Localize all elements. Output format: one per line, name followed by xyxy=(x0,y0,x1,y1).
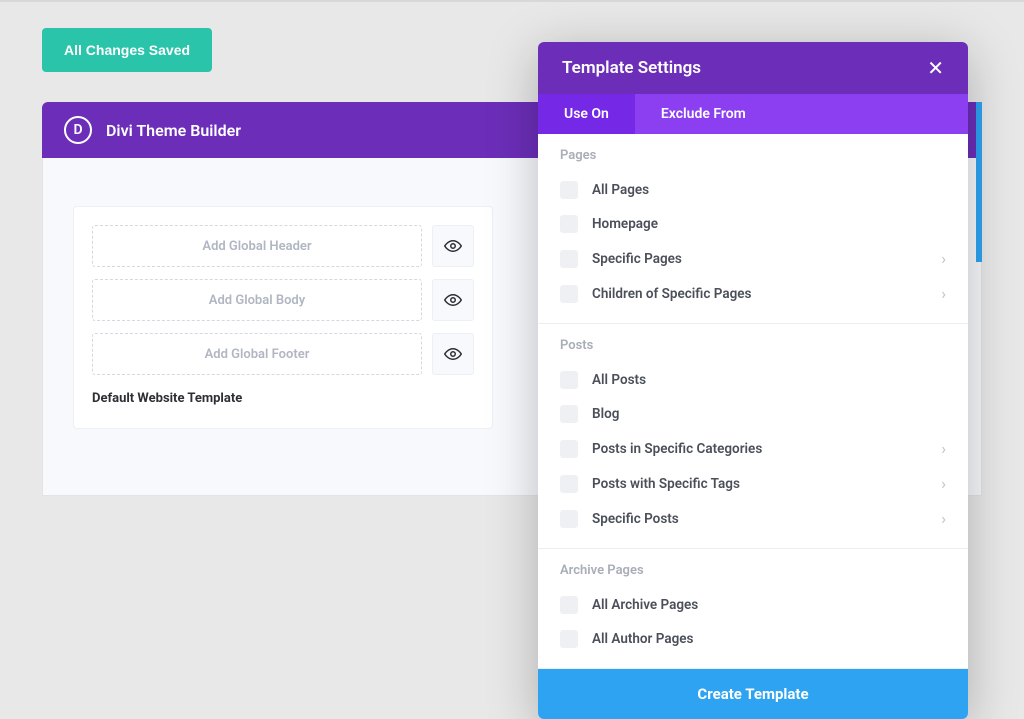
checkbox-icon[interactable] xyxy=(560,371,578,389)
global-header-row: Add Global Header xyxy=(92,225,474,267)
tab-exclude-from[interactable]: Exclude From xyxy=(635,94,772,134)
option-label: Homepage xyxy=(592,216,946,232)
option-label: Posts in Specific Categories xyxy=(592,441,941,457)
checkbox-icon[interactable] xyxy=(560,475,578,493)
modal-scroll-area[interactable]: Pages All Pages Homepage Specific Pages … xyxy=(538,134,968,669)
option-all-pages[interactable]: All Pages xyxy=(560,173,946,207)
checkbox-icon[interactable] xyxy=(560,181,578,199)
checkbox-icon[interactable] xyxy=(560,630,578,648)
option-label: Specific Pages xyxy=(592,251,941,267)
checkbox-icon[interactable] xyxy=(560,405,578,423)
checkbox-icon[interactable] xyxy=(560,285,578,303)
modal-header: Template Settings ✕ xyxy=(538,42,968,94)
default-template-card: Add Global Header Add Global Body Add Gl… xyxy=(73,206,493,429)
checkbox-icon[interactable] xyxy=(560,510,578,528)
option-specific-posts[interactable]: Specific Posts › xyxy=(560,501,946,536)
eye-icon xyxy=(444,291,462,309)
add-global-header-button[interactable]: Add Global Header xyxy=(92,225,422,267)
option-label: Children of Specific Pages xyxy=(592,286,941,302)
option-all-posts[interactable]: All Posts xyxy=(560,363,946,397)
option-all-author-pages[interactable]: All Author Pages xyxy=(560,622,946,656)
checkbox-icon[interactable] xyxy=(560,440,578,458)
add-global-footer-button[interactable]: Add Global Footer xyxy=(92,333,422,375)
option-label: Specific Posts xyxy=(592,511,941,527)
chevron-right-icon: › xyxy=(941,284,946,303)
chevron-right-icon: › xyxy=(941,439,946,458)
option-blog[interactable]: Blog xyxy=(560,397,946,431)
global-footer-row: Add Global Footer xyxy=(92,333,474,375)
section-title: Archive Pages xyxy=(560,563,946,578)
global-body-row: Add Global Body xyxy=(92,279,474,321)
close-icon[interactable]: ✕ xyxy=(927,56,944,80)
option-all-archive-pages[interactable]: All Archive Pages xyxy=(560,588,946,622)
section-archive-pages: Archive Pages All Archive Pages All Auth… xyxy=(538,549,968,669)
chevron-right-icon: › xyxy=(941,249,946,268)
option-label: All Posts xyxy=(592,372,946,388)
checkbox-icon[interactable] xyxy=(560,215,578,233)
right-accent-strip xyxy=(976,102,982,262)
template-settings-modal: Template Settings ✕ Use On Exclude From … xyxy=(538,42,968,719)
add-global-body-button[interactable]: Add Global Body xyxy=(92,279,422,321)
header-visibility-toggle[interactable] xyxy=(432,225,474,267)
body-visibility-toggle[interactable] xyxy=(432,279,474,321)
section-pages: Pages All Pages Homepage Specific Pages … xyxy=(538,134,968,324)
option-label: All Author Pages xyxy=(592,631,946,647)
chevron-right-icon: › xyxy=(941,509,946,528)
eye-icon xyxy=(444,237,462,255)
eye-icon xyxy=(444,345,462,363)
option-homepage[interactable]: Homepage xyxy=(560,207,946,241)
divi-logo-icon: D xyxy=(64,116,92,144)
option-children-specific-pages[interactable]: Children of Specific Pages › xyxy=(560,276,946,311)
footer-visibility-toggle[interactable] xyxy=(432,333,474,375)
option-label: All Archive Pages xyxy=(592,597,946,613)
option-posts-categories[interactable]: Posts in Specific Categories › xyxy=(560,431,946,466)
create-template-button[interactable]: Create Template xyxy=(538,669,968,719)
option-label: All Pages xyxy=(592,182,946,198)
checkbox-icon[interactable] xyxy=(560,250,578,268)
modal-tabs: Use On Exclude From xyxy=(538,94,968,134)
changes-saved-button: All Changes Saved xyxy=(42,28,212,72)
option-specific-pages[interactable]: Specific Pages › xyxy=(560,241,946,276)
option-label: Blog xyxy=(592,406,946,422)
tab-use-on[interactable]: Use On xyxy=(538,94,635,134)
section-title: Pages xyxy=(560,148,946,163)
section-title: Posts xyxy=(560,338,946,353)
modal-title: Template Settings xyxy=(562,58,927,78)
checkbox-icon[interactable] xyxy=(560,596,578,614)
template-card-title: Default Website Template xyxy=(92,391,474,406)
option-posts-tags[interactable]: Posts with Specific Tags › xyxy=(560,466,946,501)
option-label: Posts with Specific Tags xyxy=(592,476,941,492)
chevron-right-icon: › xyxy=(941,474,946,493)
section-posts: Posts All Posts Blog Posts in Specific C… xyxy=(538,324,968,549)
